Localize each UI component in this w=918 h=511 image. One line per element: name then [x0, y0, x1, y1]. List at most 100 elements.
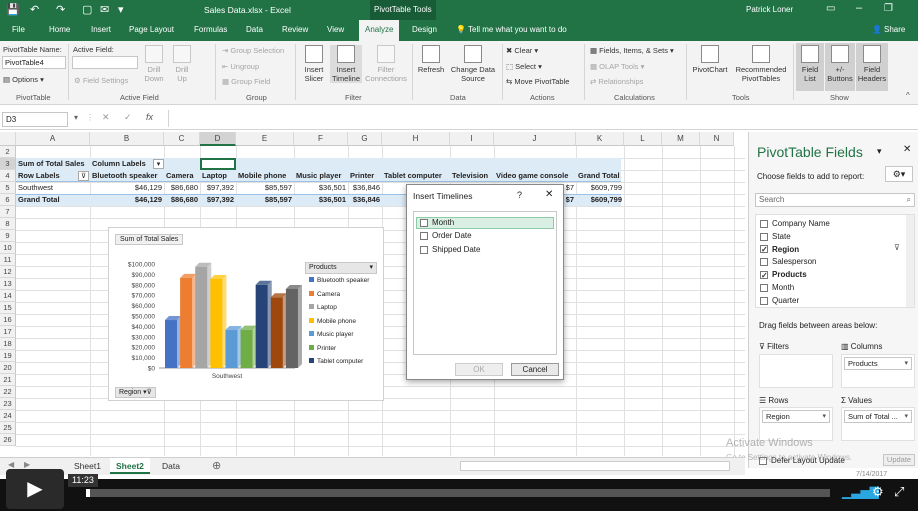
pivot-column-header[interactable]: Music player [296, 170, 346, 182]
tab-analyze[interactable]: Analyze [359, 20, 400, 41]
field-item[interactable]: State [760, 230, 791, 243]
dialog-close-button[interactable]: ✕ [545, 189, 553, 200]
ungroup-button[interactable]: ⇤ Ungroup [222, 62, 259, 71]
minimize-icon[interactable]: – [856, 2, 862, 14]
pivot-cell[interactable]: $86,680 [166, 182, 198, 194]
pivot-cell[interactable]: $86,680 [166, 194, 198, 206]
refresh-button[interactable]: Refresh [416, 45, 446, 74]
checkbox-icon[interactable] [760, 296, 768, 305]
pivot-column-header[interactable]: Bluetooth speaker [92, 170, 162, 182]
clear-button[interactable]: ✖ Clear ▾ [506, 46, 538, 55]
chart-bar[interactable] [210, 274, 227, 368]
row-header[interactable]: 21 [0, 374, 16, 386]
group-selection-button[interactable]: ⇥ Group Selection [222, 46, 284, 55]
row-header[interactable]: 4 [0, 170, 16, 182]
pivot-column-header[interactable]: Grand Total [578, 170, 622, 182]
sheet-tab-data[interactable]: Data [156, 458, 186, 474]
pivot-cell[interactable]: $36,846 [350, 182, 380, 194]
settings-icon[interactable]: ⚙ [872, 484, 884, 500]
chart-bar[interactable] [165, 316, 182, 368]
share-button[interactable]: Share [884, 25, 905, 34]
insert-function-button[interactable]: fx [146, 112, 153, 122]
legend-item[interactable]: Mobile phone [309, 317, 356, 325]
checkbox-icon[interactable] [760, 258, 768, 267]
column-header[interactable]: H [382, 132, 450, 146]
legend-item[interactable]: Printer [309, 344, 336, 352]
collapse-ribbon-icon[interactable]: ^ [906, 91, 910, 100]
chart-bar[interactable] [285, 284, 302, 368]
tab-review[interactable]: Review [282, 25, 308, 34]
row-header[interactable]: 12 [0, 266, 16, 278]
field-list-button[interactable]: Field List [796, 43, 824, 91]
tab-page-layout[interactable]: Page Layout [129, 25, 174, 34]
column-header[interactable]: C [164, 132, 200, 146]
row-header[interactable]: 6 [0, 194, 16, 206]
column-labels-filter-icon[interactable]: ▾ [153, 159, 164, 169]
legend-item[interactable]: Bluetooth speaker [309, 277, 369, 284]
prev-sheet-icon[interactable]: ◀ [8, 460, 14, 469]
pivot-column-header[interactable]: Camera [166, 170, 198, 182]
row-header[interactable]: 5 [0, 182, 16, 194]
recommended-pivottables-button[interactable]: Recommended PivotTables [732, 45, 790, 83]
tab-design[interactable]: Design [412, 25, 437, 34]
field-item[interactable]: Products [760, 268, 807, 282]
video-progress-track[interactable] [86, 489, 830, 497]
row-header[interactable]: 19 [0, 350, 16, 362]
pivot-cell[interactable]: Grand Total [18, 194, 88, 206]
values-drop-zone[interactable]: Sum of Total ... [841, 407, 915, 441]
tell-me-search[interactable]: Tell me what you want to do [468, 25, 567, 34]
pivot-cell[interactable]: $609,799 [578, 182, 622, 194]
pivot-chart[interactable]: Sum of Total Sales $100,000 $90,000 $80,00… [108, 227, 384, 401]
new-sheet-icon[interactable]: ⊕ [212, 459, 221, 472]
row-header[interactable]: 10 [0, 242, 16, 254]
pivotchart-button[interactable]: PivotChart [690, 45, 730, 74]
row-header[interactable]: 13 [0, 278, 16, 290]
email-icon[interactable]: ✉ [100, 3, 109, 16]
fullscreen-icon[interactable]: ⤢ [894, 484, 904, 500]
sheet-tab-sheet2[interactable]: Sheet2 [110, 458, 150, 474]
update-button[interactable]: Update [883, 454, 915, 466]
next-sheet-icon[interactable]: ▶ [24, 460, 30, 469]
filters-drop-zone[interactable] [759, 354, 833, 388]
row-header[interactable]: 3 [0, 158, 16, 170]
row-header[interactable]: 24 [0, 410, 16, 422]
undo-icon[interactable]: ↶ [30, 3, 39, 16]
checkbox-icon[interactable] [760, 232, 768, 241]
row-header[interactable]: 17 [0, 326, 16, 338]
pivot-cell[interactable]: $36,501 [296, 194, 346, 206]
row-header[interactable]: 7 [0, 206, 16, 218]
checkbox-icon[interactable] [420, 245, 428, 254]
tab-home[interactable]: Home [49, 25, 70, 34]
pivot-cell[interactable]: $609,799 [578, 194, 622, 206]
customize-qat-icon[interactable]: ▾ [118, 3, 124, 16]
sheet-tab-sheet1[interactable]: Sheet1 [68, 458, 107, 474]
chart-bar[interactable] [255, 280, 272, 368]
row-header[interactable]: 18 [0, 338, 16, 350]
pivot-column-header[interactable]: Printer [350, 170, 380, 182]
field-search-input[interactable]: Search ⌕ [755, 193, 915, 207]
select-button[interactable]: ⬚ Select ▾ [506, 62, 542, 71]
field-item[interactable]: Salesperson [760, 255, 816, 268]
pivot-column-header[interactable]: Video game console [496, 170, 574, 182]
print-preview-icon[interactable]: ▢ [82, 3, 92, 16]
restore-icon[interactable]: ❐ [884, 3, 893, 14]
drill-down-button[interactable]: Drill Down [142, 45, 166, 83]
horizontal-scrollbar[interactable] [460, 461, 730, 471]
column-header[interactable]: K [576, 132, 624, 146]
plus-minus-buttons-button[interactable]: +/- Buttons [825, 43, 855, 91]
fields-items-sets-button[interactable]: ▦ Fields, Items, & Sets ▾ [590, 46, 674, 55]
relationships-button[interactable]: ⇄ Relationships [590, 77, 643, 86]
row-header[interactable]: 20 [0, 362, 16, 374]
pivot-cell[interactable]: $97,392 [202, 194, 234, 206]
cancel-formula-icon[interactable]: ✕ [102, 112, 110, 123]
rows-item-region[interactable]: Region [762, 410, 830, 423]
share-icon[interactable]: 👤 [872, 25, 882, 34]
group-field-button[interactable]: ▦ Group Field [222, 77, 270, 86]
pivot-column-header[interactable]: Television [452, 170, 492, 182]
pane-options-icon[interactable]: ▾ [877, 146, 882, 157]
checkbox-icon[interactable] [760, 219, 768, 228]
columns-item-products[interactable]: Products [844, 357, 912, 370]
column-header[interactable]: D [200, 132, 236, 146]
tab-insert[interactable]: Insert [91, 25, 111, 34]
pivot-column-header[interactable]: Mobile phone [238, 170, 292, 182]
